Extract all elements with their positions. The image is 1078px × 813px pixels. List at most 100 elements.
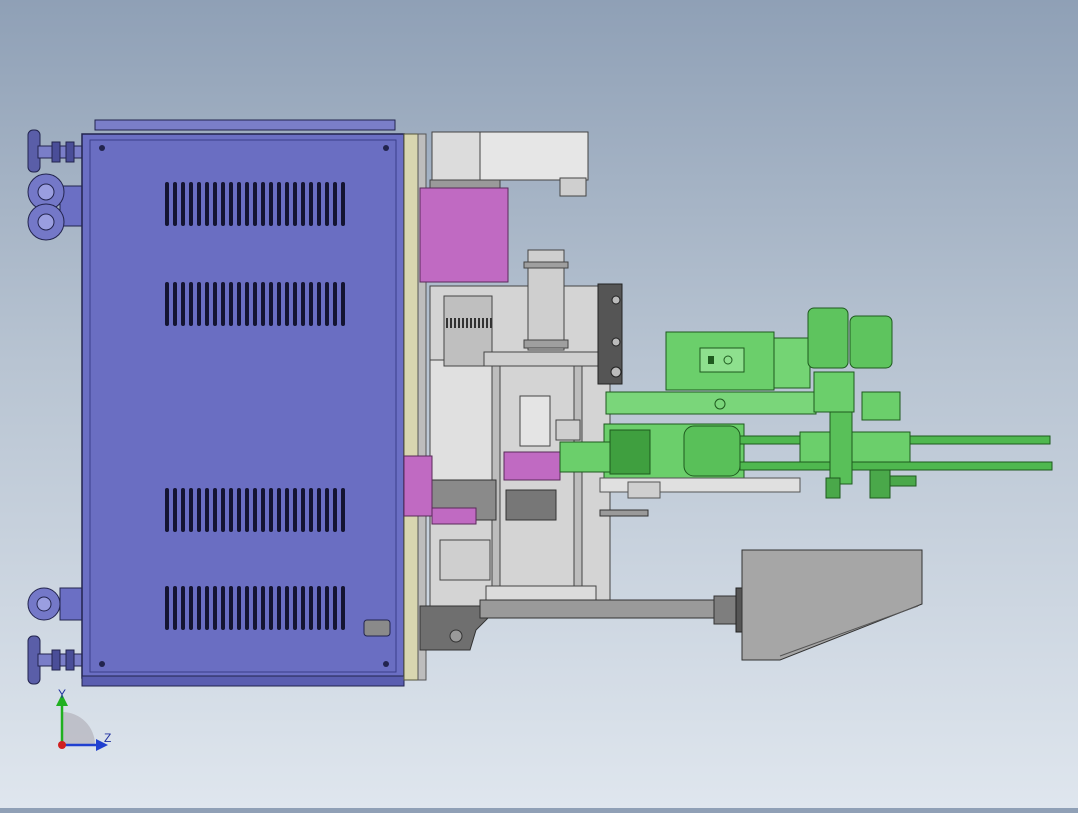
vent-slot (213, 282, 217, 326)
vent-slot (213, 182, 217, 226)
cable-gland (363, 619, 391, 637)
vent-slot (333, 182, 337, 226)
x-axis-dot (58, 741, 66, 749)
vent-slot (197, 182, 201, 226)
vent-slot (237, 488, 241, 532)
vent-slot (221, 182, 225, 226)
vent-slot (261, 586, 265, 630)
pulley-tooth (470, 318, 472, 328)
vent-slot (245, 182, 249, 226)
vent-slot (325, 282, 329, 326)
vent-slot (277, 282, 281, 326)
pulley-tooth (454, 318, 456, 328)
pulley-tooth (482, 318, 484, 328)
vent-slot (309, 282, 313, 326)
vent-slot (221, 282, 225, 326)
vent-slot (301, 282, 305, 326)
vent-slot (277, 586, 281, 630)
vent-slot (277, 182, 281, 226)
vent-slot (237, 282, 241, 326)
vent-slot (197, 282, 201, 326)
hopper-chute[interactable] (735, 549, 923, 661)
vent-slot (245, 282, 249, 326)
vent-slot (293, 282, 297, 326)
electrical-cabinet[interactable] (81, 119, 405, 687)
vent-slot (173, 586, 177, 630)
vent-slot (181, 282, 185, 326)
vent-slot (269, 586, 273, 630)
pulley-tooth (458, 318, 460, 328)
vent-slot (277, 488, 281, 532)
vent-slot (181, 182, 185, 226)
vent-slot (317, 282, 321, 326)
pulley-tooth (486, 318, 488, 328)
vent-slot (205, 586, 209, 630)
vent-slot (269, 282, 273, 326)
vent-slot (285, 282, 289, 326)
servo-motor[interactable] (429, 131, 589, 197)
main-column (403, 249, 623, 607)
coordinate-triad: Y Z (56, 687, 111, 751)
vent-slot (165, 282, 169, 326)
vent-slot (333, 586, 337, 630)
y-axis-label: Y (58, 687, 66, 701)
vent-slot (229, 488, 233, 532)
vent-slot (261, 282, 265, 326)
pulley-tooth (474, 318, 476, 328)
vent-slot (221, 488, 225, 532)
vent-slot (229, 182, 233, 226)
pulley-tooth (466, 318, 468, 328)
vent-slot (285, 182, 289, 226)
vent-slot (333, 282, 337, 326)
vent-slot (189, 282, 193, 326)
caster-wheel-top (27, 173, 91, 241)
vent-slot (197, 488, 201, 532)
vent-slot (301, 586, 305, 630)
vent-slot (237, 586, 241, 630)
vent-slot (285, 586, 289, 630)
vent-slot (309, 488, 313, 532)
vent-slot (341, 182, 345, 226)
caster-wheel-bottom (27, 587, 89, 621)
vent-slot (173, 182, 177, 226)
vent-slot (205, 282, 209, 326)
vent-slot (293, 182, 297, 226)
vent-slot (285, 488, 289, 532)
vent-slot (309, 586, 313, 630)
pulley-tooth (478, 318, 480, 328)
vent-slot (325, 488, 329, 532)
vent-slot (341, 282, 345, 326)
vent-slot (189, 586, 193, 630)
vent-slot (301, 182, 305, 226)
cad-viewport[interactable]: Y Z (0, 0, 1078, 808)
vent-slot (213, 488, 217, 532)
vent-slot (237, 182, 241, 226)
vent-slot (293, 586, 297, 630)
vent-slot (269, 488, 273, 532)
model-view: Y Z (27, 119, 1053, 751)
vent-slot (341, 488, 345, 532)
vent-slot (165, 182, 169, 226)
green-feeder-assembly[interactable] (559, 307, 1053, 517)
vent-slot (333, 488, 337, 532)
vent-slot (221, 586, 225, 630)
vent-slot (317, 488, 321, 532)
pulley-tooth (450, 318, 452, 328)
leveling-foot-bottom (27, 635, 89, 685)
vent-slot (341, 586, 345, 630)
vent-slot (253, 182, 257, 226)
vent-slot (181, 488, 185, 532)
vent-slot (325, 586, 329, 630)
vent-slot (165, 488, 169, 532)
vent-slot (253, 586, 257, 630)
vent-slot (261, 182, 265, 226)
vent-slot (317, 182, 321, 226)
gearbox-housing (419, 187, 509, 283)
vent-slot (253, 488, 257, 532)
vent-slot (173, 282, 177, 326)
vent-slot (269, 182, 273, 226)
vent-slot (229, 282, 233, 326)
vent-slot (173, 488, 177, 532)
vent-slot (309, 182, 313, 226)
pulley-tooth (490, 318, 492, 328)
